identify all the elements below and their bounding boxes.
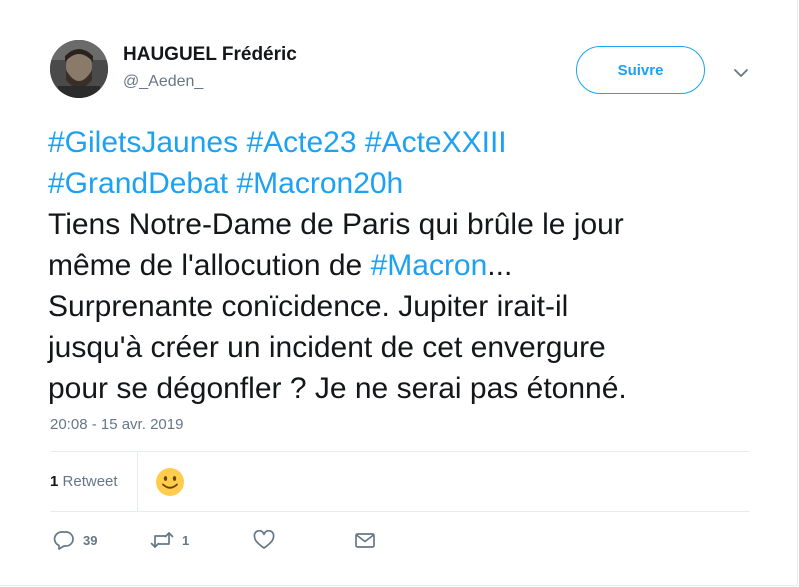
hashtag-link[interactable]: #Macron20h xyxy=(236,167,403,200)
tweet-text-segment xyxy=(357,126,365,159)
retweet-icon xyxy=(150,532,174,548)
tweet-text-segment: pour se dégonfler ? Je ne serai pas éton… xyxy=(48,372,627,405)
hashtag-link[interactable]: #Macron xyxy=(371,249,488,282)
retweet-button[interactable]: 1 xyxy=(150,530,189,550)
follow-button[interactable]: Suivre xyxy=(576,46,705,94)
reply-button[interactable]: 39 xyxy=(53,530,97,550)
tweet-text-segment: jusqu'à créer un incident de cet envergu… xyxy=(48,331,606,364)
tweet-line: jusqu'à créer un incident de cet envergu… xyxy=(48,327,748,368)
tweet-line: #GiletsJaunes #Acte23 #ActeXXIII xyxy=(48,122,748,163)
like-button[interactable] xyxy=(253,530,275,550)
tweet-text-segment: ... xyxy=(487,249,513,282)
hashtag-link[interactable]: #Acte23 xyxy=(246,126,356,159)
divider xyxy=(50,511,750,512)
author-handle[interactable]: @_Aeden_ xyxy=(123,73,203,91)
hashtag-link[interactable]: #GrandDebat xyxy=(48,167,228,200)
chevron-down-icon[interactable] xyxy=(733,66,749,78)
tweet-text-segment: Surprenante conïcidence. Jupiter irait-i… xyxy=(48,290,569,323)
avatar[interactable] xyxy=(50,40,108,98)
reply-icon xyxy=(53,531,74,550)
hashtag-link[interactable]: #GiletsJaunes xyxy=(48,126,238,159)
divider xyxy=(137,452,138,511)
tweet-text-segment: Tiens Notre-Dame de Paris qui brûle le j… xyxy=(48,208,624,241)
retweet-stat-label: Retweet xyxy=(62,473,118,490)
tweet-text: #GiletsJaunes #Acte23 #ActeXXIII #GrandDe… xyxy=(48,122,748,409)
tweet-line: #GrandDebat #Macron20h xyxy=(48,163,748,204)
hashtag-link[interactable]: #ActeXXIII xyxy=(365,126,507,159)
tweet-line: même de l'allocution de #Macron... xyxy=(48,245,748,286)
divider xyxy=(50,451,750,452)
envelope-icon xyxy=(355,533,375,548)
author-name[interactable]: HAUGUEL Frédéric xyxy=(123,44,297,66)
tweet-text-segment: même de l'allocution de xyxy=(48,249,371,282)
smiley-icon[interactable] xyxy=(154,466,186,498)
timestamp[interactable]: 20:08 - 15 avr. 2019 xyxy=(50,416,183,433)
retweet-stat-count: 1 xyxy=(50,473,59,490)
tweet-line: pour se dégonfler ? Je ne serai pas éton… xyxy=(48,368,748,409)
direct-message-button[interactable] xyxy=(354,530,376,550)
reply-count: 39 xyxy=(83,532,98,548)
retweet-stat[interactable]: 1 Retweet xyxy=(50,473,118,490)
tweet-line: Tiens Notre-Dame de Paris qui brûle le j… xyxy=(48,204,748,245)
tweet-line: Surprenante conïcidence. Jupiter irait-i… xyxy=(48,286,748,327)
retweet-count: 1 xyxy=(182,532,190,548)
like-icon xyxy=(253,530,275,549)
